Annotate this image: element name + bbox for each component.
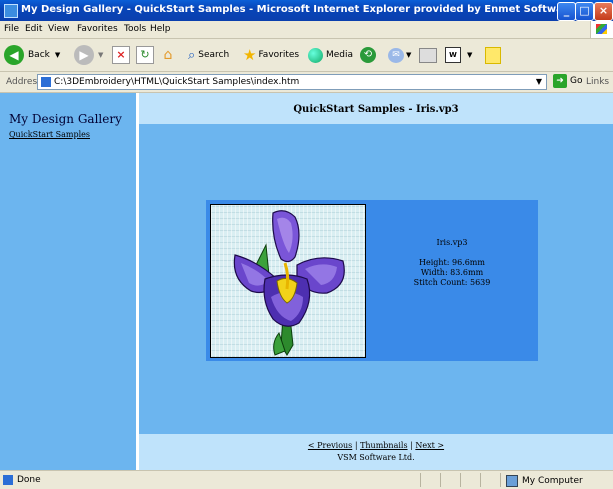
maximize-button[interactable]: □: [575, 2, 594, 21]
print-button[interactable]: [419, 45, 437, 65]
design-width: Width: 83.6mm: [420, 268, 484, 277]
ie-window-icon[interactable]: [4, 4, 18, 18]
main-panel: QuickStart Samples - Iris.vp3 Iris.vp3 H…: [139, 93, 613, 470]
back-arrow-icon: ◀: [4, 45, 24, 65]
home-icon: ⌂: [163, 47, 173, 63]
menu-file[interactable]: File: [4, 24, 19, 34]
next-link[interactable]: Next >: [415, 441, 444, 450]
forward-arrow-icon: ▶: [74, 45, 94, 65]
windows-logo-icon: [590, 21, 613, 38]
media-label: Media: [326, 50, 354, 60]
zone-text: My Computer: [522, 476, 583, 486]
go-button[interactable]: ➜ Go: [553, 74, 582, 88]
address-url: C:\3DEmbroidery\HTML\QuickStart Samples\…: [54, 77, 300, 87]
menu-edit[interactable]: Edit: [25, 24, 42, 34]
computer-icon: [506, 475, 518, 487]
edit-button[interactable]: W ▼: [445, 45, 472, 65]
header-band: QuickStart Samples - Iris.vp3: [139, 93, 613, 124]
design-height: Height: 96.6mm: [419, 258, 485, 267]
status-divider: [480, 473, 481, 487]
address-bar: Address C:\3DEmbroidery\HTML\QuickStart …: [0, 72, 613, 93]
search-icon: ⌕: [188, 47, 196, 63]
design-stitch-count: Stitch Count: 5639: [413, 278, 491, 287]
go-label: Go: [570, 76, 583, 86]
menu-bar: File Edit View Favorites Tools Help: [0, 21, 613, 39]
mail-icon: ✉: [388, 47, 404, 63]
back-label: Back: [28, 50, 50, 60]
search-button[interactable]: ⌕ Search: [188, 45, 229, 65]
messenger-icon: [485, 46, 501, 64]
stop-button[interactable]: ×: [112, 45, 130, 65]
status-divider: [460, 473, 461, 487]
status-done: Done: [3, 475, 41, 485]
gallery-title: My Design Gallery: [9, 112, 122, 126]
status-text: Done: [17, 475, 41, 485]
refresh-button[interactable]: ↻: [136, 45, 154, 65]
discuss-button[interactable]: [485, 45, 501, 65]
left-nav: My Design Gallery QuickStart Samples: [0, 93, 139, 470]
separator: |: [354, 441, 358, 450]
menu-favorites[interactable]: Favorites: [77, 24, 118, 34]
design-card: Iris.vp3 Height: 96.6mm Width: 83.6mm St…: [206, 200, 538, 361]
search-label: Search: [198, 50, 230, 60]
go-arrow-icon: ➜: [553, 74, 567, 88]
favorites-label: Favorites: [258, 50, 300, 60]
menu-view[interactable]: View: [48, 24, 69, 34]
word-icon: W: [445, 47, 461, 63]
chevron-down-icon[interactable]: ▼: [55, 51, 60, 59]
chevron-down-icon[interactable]: ▼: [533, 76, 545, 88]
design-thumbnail[interactable]: [210, 204, 366, 358]
window-title: My Design Gallery - QuickStart Samples -…: [21, 4, 575, 15]
title-bar: My Design Gallery - QuickStart Samples -…: [0, 0, 613, 21]
favorites-star-icon: ★: [243, 46, 257, 64]
page-title: QuickStart Samples - Iris.vp3: [293, 104, 459, 115]
status-divider: [440, 473, 441, 487]
close-button[interactable]: ×: [594, 2, 613, 21]
toolbar: ◀ Back ▼ ▶ ▼ × ↻ ⌂ ⌕ Search ★ Favorites …: [0, 39, 613, 72]
page-icon: [3, 475, 13, 485]
status-divider: [500, 473, 501, 487]
history-button[interactable]: ⟲: [360, 45, 376, 65]
refresh-icon: ↻: [136, 46, 154, 64]
separator: |: [410, 441, 413, 450]
status-divider: [420, 473, 421, 487]
mail-button[interactable]: ✉ ▼: [388, 45, 411, 65]
media-button[interactable]: Media: [308, 45, 353, 65]
address-input[interactable]: C:\3DEmbroidery\HTML\QuickStart Samples\…: [37, 74, 547, 90]
previous-link[interactable]: < Previous: [308, 441, 352, 450]
footer-nav: < Previous | Thumbnails | Next >: [139, 441, 613, 450]
design-name: Iris.vp3: [436, 238, 468, 247]
home-button[interactable]: ⌂: [159, 45, 177, 65]
minimize-button[interactable]: _: [557, 2, 576, 21]
chevron-down-icon[interactable]: ▼: [98, 51, 103, 59]
links-button[interactable]: Links: [586, 77, 609, 87]
back-button[interactable]: ◀ Back ▼: [4, 45, 60, 65]
favorites-button[interactable]: ★ Favorites: [243, 45, 299, 65]
menu-help[interactable]: Help: [150, 24, 171, 34]
chevron-down-icon[interactable]: ▼: [467, 51, 472, 59]
menu-tools[interactable]: Tools: [124, 24, 146, 34]
copyright-text: VSM Software Ltd.: [337, 453, 415, 462]
chevron-down-icon[interactable]: ▼: [406, 51, 411, 59]
history-icon: ⟲: [360, 47, 376, 63]
printer-icon: [419, 47, 437, 63]
stop-icon: ×: [112, 46, 130, 64]
footer-band: < Previous | Thumbnails | Next > VSM Sof…: [139, 434, 613, 470]
media-icon: [308, 47, 323, 63]
status-bar: Done My Computer: [0, 470, 613, 489]
forward-button[interactable]: ▶ ▼: [74, 45, 103, 65]
quickstart-samples-link[interactable]: QuickStart Samples: [9, 130, 90, 139]
thumbnails-link[interactable]: Thumbnails: [360, 441, 408, 450]
page-icon: [41, 77, 51, 87]
iris-flower-image: [233, 210, 345, 356]
page-content: My Design Gallery QuickStart Samples Qui…: [0, 93, 613, 470]
status-zone: My Computer: [506, 475, 583, 487]
